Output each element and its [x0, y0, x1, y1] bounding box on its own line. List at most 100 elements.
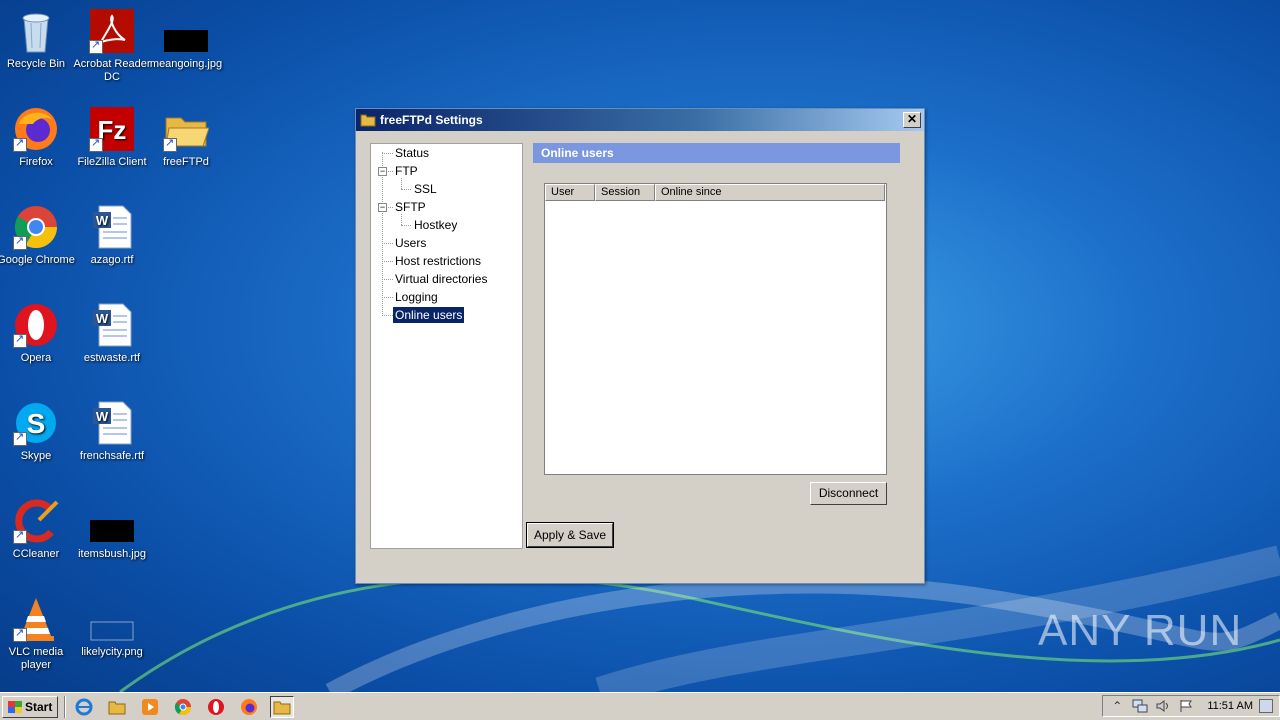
tree-item-ssl[interactable]: SSL [412, 181, 439, 197]
word-document-icon: W [89, 204, 135, 250]
shortcut-arrow-icon [13, 332, 27, 348]
acrobat-icon [89, 8, 135, 54]
tree-connector [382, 152, 383, 316]
desktop-icon-skype[interactable]: S Skype [0, 400, 76, 463]
start-button[interactable]: Start [2, 695, 59, 718]
tree-item-sftp[interactable]: SFTP [393, 199, 428, 215]
image-file-icon [163, 8, 209, 54]
shortcut-arrow-icon [13, 528, 27, 544]
show-desktop-button[interactable] [1259, 699, 1273, 713]
media-player-icon[interactable] [138, 696, 162, 718]
desktop-icon-firefox[interactable]: Firefox [0, 106, 76, 169]
desktop-icon-chrome[interactable]: Google Chrome [0, 204, 76, 267]
tree-item-ftp[interactable]: FTP [393, 163, 420, 179]
panel-title: Online users [533, 143, 900, 163]
collapse-ftp-icon[interactable]: − [378, 167, 387, 176]
tree-item-host-restrictions[interactable]: Host restrictions [393, 253, 483, 269]
desktop-icon-label: estwaste.rtf [83, 352, 141, 364]
window-titlebar[interactable]: freeFTPd Settings ✕ [356, 109, 924, 131]
tree-item-online-users[interactable]: Online users [393, 307, 465, 323]
column-header-session[interactable]: Session [595, 184, 655, 201]
desktop-icon-label: Google Chrome [0, 254, 75, 266]
tree-connector [386, 207, 393, 208]
tree-connector [382, 243, 393, 244]
shortcut-arrow-icon [89, 136, 103, 152]
desktop-icon-filezilla[interactable]: Fz FileZilla Client [72, 106, 152, 169]
desktop-icon-likelycity[interactable]: likelycity.png [72, 596, 152, 659]
folder-icon [360, 113, 376, 127]
vlc-icon [13, 596, 59, 642]
tree-item-hostkey[interactable]: Hostkey [412, 217, 459, 233]
desktop-icon-label: Opera [20, 352, 52, 364]
window-title: freeFTPd Settings [380, 113, 483, 127]
desktop-icon-itemsbush[interactable]: itemsbush.jpg [72, 498, 152, 561]
collapse-sftp-icon[interactable]: − [378, 203, 387, 212]
shortcut-arrow-icon [89, 38, 103, 54]
desktop-icon-freeftpd[interactable]: freeFTPd [146, 106, 226, 169]
tree-item-virtual-directories[interactable]: Virtual directories [393, 271, 489, 287]
tree-connector [401, 178, 402, 189]
tree-item-logging[interactable]: Logging [393, 289, 440, 305]
desktop-icon-opera[interactable]: Opera [0, 302, 76, 365]
desktop-icon-label: likelycity.png [81, 646, 143, 658]
shortcut-arrow-icon [13, 430, 27, 446]
column-header-online-since[interactable]: Online since [655, 184, 885, 201]
skype-icon: S [13, 400, 59, 446]
tree-connector [382, 279, 393, 280]
shortcut-arrow-icon [13, 136, 27, 152]
shortcut-arrow-icon [163, 136, 177, 152]
svg-text:W: W [96, 409, 109, 424]
settings-tree: − − Status FTP SSL SFTP Hostkey Users Ho… [370, 143, 523, 549]
desktop-icon-label: frenchsafe.rtf [79, 450, 145, 462]
desktop-icon-vlc[interactable]: VLC media player [0, 596, 76, 672]
taskbar-separator [64, 695, 67, 718]
chevron-up-icon[interactable]: ⌃ [1109, 698, 1125, 714]
online-users-list[interactable]: User Session Online since [544, 183, 887, 475]
close-button[interactable]: ✕ [903, 112, 921, 128]
shortcut-arrow-icon [13, 234, 27, 250]
opera-icon[interactable] [204, 696, 228, 718]
desktop-icon-estwaste[interactable]: W estwaste.rtf [72, 302, 152, 365]
desktop-icon-label: CCleaner [12, 548, 60, 560]
freeftpd-icon[interactable] [270, 695, 295, 718]
tree-connector [401, 225, 411, 226]
firefox-icon[interactable] [237, 696, 261, 718]
tree-item-users[interactable]: Users [393, 235, 428, 251]
apply-save-button[interactable]: Apply & Save [526, 522, 614, 548]
tree-connector [386, 171, 393, 172]
desktop-icon-frenchsafe[interactable]: W frenchsafe.rtf [72, 400, 152, 463]
desktop-icon-label: Acrobat Reader DC [73, 58, 151, 83]
volume-icon[interactable] [1155, 698, 1171, 714]
desktop-icon-acrobat[interactable]: Acrobat Reader DC [72, 8, 152, 84]
disconnect-button[interactable]: Disconnect [810, 482, 887, 505]
desktop-icon-meangoing[interactable]: meangoing.jpg [146, 8, 226, 71]
column-header-user[interactable]: User [545, 184, 595, 201]
desktop-icon-ccleaner[interactable]: CCleaner [0, 498, 76, 561]
action-center-flag-icon[interactable] [1178, 698, 1194, 714]
start-label: Start [25, 699, 53, 714]
recycle-bin-icon [13, 8, 59, 54]
desktop-icon-label: Firefox [19, 156, 53, 168]
tree-connector [382, 315, 393, 316]
desktop-icon-label: itemsbush.jpg [78, 548, 146, 560]
windows-logo-icon [8, 700, 22, 713]
opera-icon [13, 302, 59, 348]
desktop-icon-recycle-bin[interactable]: Recycle Bin [0, 8, 76, 71]
desktop-icon-label: VLC media player [8, 646, 64, 671]
freeftpd-settings-window: freeFTPd Settings ✕ − − Status FTP SSL S… [355, 108, 925, 584]
network-icon[interactable] [1132, 698, 1148, 714]
clock[interactable]: 11:51 AM [1207, 700, 1253, 712]
image-file-icon [89, 596, 135, 642]
filezilla-icon: Fz [89, 106, 135, 152]
desktop-icon-label: Recycle Bin [6, 58, 66, 70]
chrome-icon[interactable] [171, 696, 195, 718]
folder-icon [163, 106, 210, 152]
desktop-icon-azago[interactable]: W azago.rtf [72, 204, 152, 267]
tree-item-status[interactable]: Status [393, 145, 431, 161]
explorer-icon[interactable] [105, 696, 129, 718]
list-header: User Session Online since [545, 184, 886, 201]
internet-explorer-icon[interactable] [72, 696, 96, 718]
anyrun-watermark: ANY RUN [1038, 606, 1242, 656]
desktop-icon-label: azago.rtf [90, 254, 134, 266]
tree-connector [382, 297, 393, 298]
